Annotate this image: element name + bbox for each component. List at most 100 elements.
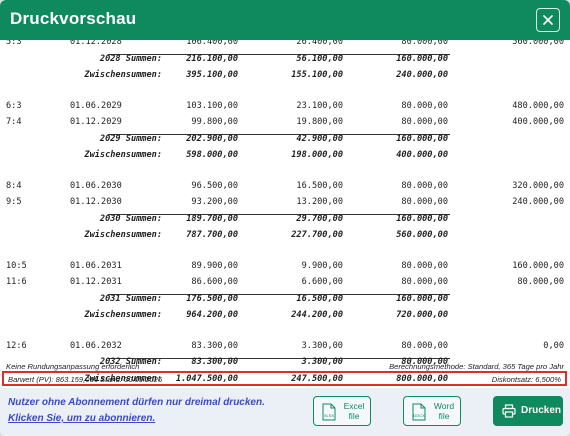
table-row: 9:5 01.12.2030 93.200,00 13.200,00 80.000,00… (0, 197, 570, 211)
cell-v1: 189.700,00 (186, 213, 238, 224)
table-row: 10:5 01.06.2031 89.900,00 9.900,00 80.000,00… (0, 261, 570, 275)
cell-v1: 395.100,00 (186, 70, 238, 80)
cell-label: 2029 Summen: (99, 133, 162, 144)
cell-v1: 93.200,00 (191, 197, 238, 207)
word-export-button[interactable]: DOCX Word file (403, 396, 461, 426)
cell-v3: 560.000,00 (396, 230, 448, 240)
cell-v4: 400.000,00 (512, 117, 564, 127)
cell-v3: 720.000,00 (396, 310, 448, 320)
summary-row: Zwischensummen: 598.000,00 198.000,00 400.0… (0, 150, 570, 164)
cell-v1: 964.200,00 (186, 310, 238, 320)
summary-row: Zwischensummen: 787.700,00 227.700,00 560.0… (0, 230, 570, 244)
table-row: 7:4 01.12.2029 99.800,00 19.800,00 80.000,00… (0, 117, 570, 131)
cell-v2: 3.300,00 (301, 340, 343, 351)
cell-v1: 598.000,00 (186, 150, 238, 160)
cell-v3: 80.000,00 (401, 180, 448, 191)
table-row: 5:3 01.12.2028 106.400,00 26.400,00 80.000,0… (0, 40, 570, 51)
cell-v4: 160.000,00 (512, 260, 564, 271)
barwert-text: Barwert (PV): 863.159,06€ Stand: 30.09.2… (8, 375, 163, 384)
cell-id: 11:6 (6, 277, 27, 287)
close-button[interactable] (536, 8, 560, 32)
summary-row: 2031 Summen: 176.500,00 16.500,00 160.000,0… (0, 294, 570, 308)
print-preview-dialog: Druckvorschau 5:3 01.12.2028 106.400,00 26.… (0, 0, 570, 436)
cell-label: 2028 Summen: (99, 53, 162, 64)
cell-id: 10:5 (6, 260, 27, 271)
printer-icon (502, 404, 516, 418)
cell-v1: 83.300,00 (191, 340, 238, 351)
cell-v1: 99.800,00 (191, 117, 238, 127)
table-row: 8:4 01.06.2030 96.500,00 16.500,00 80.000,00… (0, 181, 570, 195)
cell-id: 6:3 (6, 100, 22, 111)
summary-row: 2030 Summen: 189.700,00 29.700,00 160.000,0… (0, 214, 570, 228)
cell-v1: 103.100,00 (186, 100, 238, 111)
cell-v1: 787.700,00 (186, 230, 238, 240)
rounding-note: Keine Rundungsanpassung erforderlich (6, 362, 140, 371)
cell-id: 9:5 (6, 197, 22, 207)
cell-v3: 80.000,00 (401, 117, 448, 127)
cell-v1: 96.500,00 (191, 180, 238, 191)
cell-v3: 80.000,00 (401, 100, 448, 111)
cell-v4: 240.000,00 (512, 197, 564, 207)
cell-date: 01.12.2029 (70, 117, 122, 127)
cell-v3: 80.000,00 (401, 40, 448, 47)
cell-v2: 227.700,00 (291, 230, 343, 240)
cell-date: 01.12.2030 (70, 197, 122, 207)
cell-v2: 13.200,00 (296, 197, 343, 207)
cell-v2: 26.400,00 (296, 40, 343, 47)
preview-content[interactable]: 5:3 01.12.2028 106.400,00 26.400,00 80.000,0… (0, 40, 570, 392)
barwert-highlight: Barwert (PV): 863.159,06€ Stand: 30.09.2… (2, 371, 567, 386)
cell-v4: 0,00 (543, 340, 564, 351)
cell-v2: 56.100,00 (296, 53, 343, 64)
cell-v2: 42.900,00 (296, 133, 343, 144)
subscribe-link[interactable]: Klicken Sie, um zu abonnieren. (8, 411, 265, 427)
cell-v1: 86.600,00 (191, 277, 238, 287)
cell-v1: 176.500,00 (186, 293, 238, 304)
cell-date: 01.06.2030 (70, 180, 122, 191)
word-badge: DOCX (413, 413, 425, 418)
cell-v3: 80.000,00 (401, 260, 448, 271)
cell-id: 5:3 (6, 40, 22, 47)
dialog-title: Druckvorschau (10, 9, 137, 28)
print-button[interactable]: Drucken (493, 396, 563, 426)
excel-badge: XLSX (324, 413, 335, 418)
cell-date: 01.06.2029 (70, 100, 122, 111)
summary-row: Zwischensummen: 964.200,00 244.200,00 720.0… (0, 310, 570, 324)
dialog-header: Druckvorschau (0, 0, 570, 40)
cell-id: 7:4 (6, 117, 22, 127)
cell-id: 8:4 (6, 180, 22, 191)
excel-export-button[interactable]: XLSX Excel file (313, 396, 371, 426)
cell-v4: 80.000,00 (517, 277, 564, 287)
cell-v1: 83.300,00 (191, 357, 238, 367)
print-label: Drucken (521, 405, 562, 416)
cell-v2: 19.800,00 (296, 117, 343, 127)
subscription-notice: Nutzer ohne Abonnement dürfen nur dreima… (8, 395, 265, 427)
cell-label: Zwischensummen: (84, 150, 162, 160)
cell-date: 01.12.2028 (70, 40, 122, 47)
cell-v3: 160.000,00 (396, 133, 448, 144)
cell-v2: 9.900,00 (301, 260, 343, 271)
cell-v1: 202.900,00 (186, 133, 238, 144)
cell-v2: 155.100,00 (291, 70, 343, 80)
word-file-icon: DOCX (412, 403, 426, 421)
cell-v3: 80.000,00 (401, 197, 448, 207)
cell-v2: 3.300,00 (301, 357, 343, 367)
cell-id: 12:6 (6, 340, 27, 351)
cell-date: 01.12.2031 (70, 277, 122, 287)
cell-v1: 106.400,00 (186, 40, 238, 47)
summary-row: 2029 Summen: 202.900,00 42.900,00 160.000,0… (0, 134, 570, 148)
word-label: Word file (433, 401, 455, 421)
cell-v1: 89.900,00 (191, 260, 238, 271)
cell-v1: 216.100,00 (186, 53, 238, 64)
cell-v2: 198.000,00 (291, 150, 343, 160)
calculation-method-note: Berechnungsmethode: Standard, 365 Tage p… (389, 362, 564, 371)
close-icon (543, 15, 553, 25)
diskontsatz-text: Diskontsatz: 6,500% (491, 375, 561, 384)
cell-v3: 240.000,00 (396, 70, 448, 80)
table-row: 12:6 01.06.2032 83.300,00 3.300,00 80.000,00… (0, 341, 570, 355)
table-row: 6:3 01.06.2029 103.100,00 23.100,00 80.000,0… (0, 101, 570, 115)
notice-text: Nutzer ohne Abonnement dürfen nur dreima… (8, 397, 265, 408)
cell-v4: 320.000,00 (512, 180, 564, 191)
cell-v2: 23.100,00 (296, 100, 343, 111)
cell-date: 01.06.2031 (70, 260, 122, 271)
table-row: 11:6 01.12.2031 86.600,00 6.600,00 80.000,00… (0, 277, 570, 291)
